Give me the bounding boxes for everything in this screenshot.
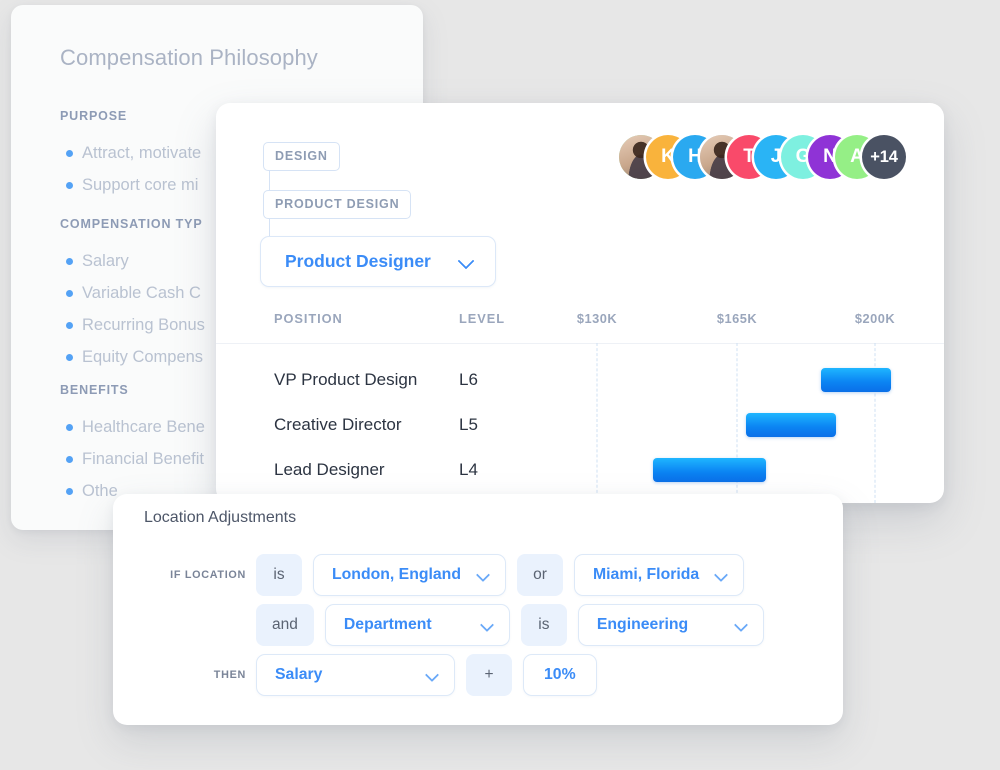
department-field-select[interactable]: Department (324, 604, 510, 646)
axis-tick-130k: $130K (576, 311, 618, 326)
operator-or[interactable]: or (516, 554, 563, 596)
rule-row-department: and Department is Engineering (144, 604, 775, 646)
list-item: Support core mi (60, 169, 201, 201)
salary-bands-card: DESIGN PRODUCT DESIGN Product Designer K… (216, 103, 944, 503)
operator-is[interactable]: is (520, 604, 567, 646)
column-header-position: POSITION (274, 311, 343, 326)
salary-band-bar[interactable] (821, 367, 891, 392)
section-heading: BENEFITS (60, 383, 129, 397)
breadcrumb-connector (269, 170, 270, 192)
operator-and[interactable]: and (256, 604, 314, 646)
role-select[interactable]: Product Designer (260, 236, 496, 287)
philosophy-list: Healthcare Bene Financial Benefit Othe (60, 411, 205, 507)
adjustment-amount-field[interactable]: 10% (523, 654, 597, 696)
cell-level: L6 (459, 369, 478, 389)
axis-tick-165k: $165K (716, 311, 758, 326)
cell-position: VP Product Design (274, 369, 418, 389)
table-row[interactable]: VP Product Design L6 (216, 357, 944, 402)
column-header-level: LEVEL (459, 311, 505, 326)
department-value-select[interactable]: Engineering (577, 604, 764, 646)
location-b-select[interactable]: Miami, Florida (573, 554, 745, 596)
list-item: Attract, motivate (60, 137, 201, 169)
chevron-down-icon (735, 619, 748, 632)
operator-plus[interactable]: + (466, 654, 512, 696)
cell-level: L4 (459, 459, 478, 479)
breadcrumb-department[interactable]: DESIGN (263, 142, 340, 171)
chevron-down-icon (426, 669, 439, 682)
list-item: Variable Cash C (60, 277, 205, 309)
philosophy-list: Salary Variable Cash C Recurring Bonus E… (60, 245, 205, 373)
location-b-value: Miami, Florida (592, 566, 700, 583)
list-item: Recurring Bonus (60, 309, 205, 341)
chevron-down-icon (477, 569, 490, 582)
location-adjustments-title: Location Adjustments (144, 509, 297, 526)
chevron-down-icon (459, 254, 475, 270)
philosophy-section-purpose: PURPOSE Attract, motivate Support core m… (60, 109, 201, 201)
cell-position: Creative Director (274, 414, 402, 434)
table-row[interactable]: Creative Director L5 (216, 402, 944, 447)
operator-is[interactable]: is (256, 554, 302, 596)
table-row[interactable]: Lead Designer L4 (216, 447, 944, 492)
philosophy-list: Attract, motivate Support core mi (60, 137, 201, 201)
section-heading: COMPENSATION TYP (60, 217, 203, 231)
chevron-down-icon (481, 619, 494, 632)
list-item: Salary (60, 245, 205, 277)
rule-row-location: IF LOCATION is London, England or Miami,… (144, 554, 755, 596)
location-a-select[interactable]: London, England (313, 554, 506, 596)
department-value: Engineering (596, 616, 689, 633)
rule-row-then: THEN Salary + 10% (144, 654, 597, 696)
cell-position: Lead Designer (274, 459, 385, 479)
cell-level: L5 (459, 414, 478, 434)
page-title: Compensation Philosophy (60, 45, 318, 70)
rule-label-if-location: IF LOCATION (170, 569, 246, 581)
role-select-value: Product Designer (285, 251, 431, 271)
avatar-overflow-count[interactable]: +14 (862, 135, 906, 179)
salary-band-table: POSITION LEVEL $130K $165K $200K VP Prod… (216, 299, 944, 503)
app-canvas: Compensation Philosophy PURPOSE Attract,… (0, 0, 1000, 770)
axis-tick-200k: $200K (854, 311, 896, 326)
location-adjustments-card: Location Adjustments IF LOCATION is Lond… (113, 494, 843, 725)
list-item: Equity Compens (60, 341, 205, 373)
department-field-value: Department (343, 616, 432, 633)
location-a-value: London, England (332, 566, 461, 583)
adjustment-field-select[interactable]: Salary (256, 654, 455, 696)
list-item: Healthcare Bene (60, 411, 205, 443)
team-avatar-stack[interactable]: K H T J G N A +14 (619, 133, 906, 181)
list-item: Financial Benefit (60, 443, 205, 475)
salary-band-bar[interactable] (653, 457, 766, 482)
salary-band-rows: VP Product Design L6 Creative Director L5 Le… (216, 344, 944, 503)
rule-label-then: THEN (213, 669, 246, 681)
table-header-row: POSITION LEVEL $130K $165K $200K (216, 299, 944, 344)
philosophy-section-benefits: BENEFITS Healthcare Bene Financial Benef… (60, 383, 205, 507)
adjustment-field-value: Salary (275, 666, 323, 683)
breadcrumb-team[interactable]: PRODUCT DESIGN (263, 190, 412, 219)
chevron-down-icon (715, 569, 728, 582)
section-heading: PURPOSE (60, 109, 128, 123)
philosophy-section-compensation-types: COMPENSATION TYP Salary Variable Cash C … (60, 217, 205, 373)
salary-band-bar[interactable] (746, 412, 836, 437)
